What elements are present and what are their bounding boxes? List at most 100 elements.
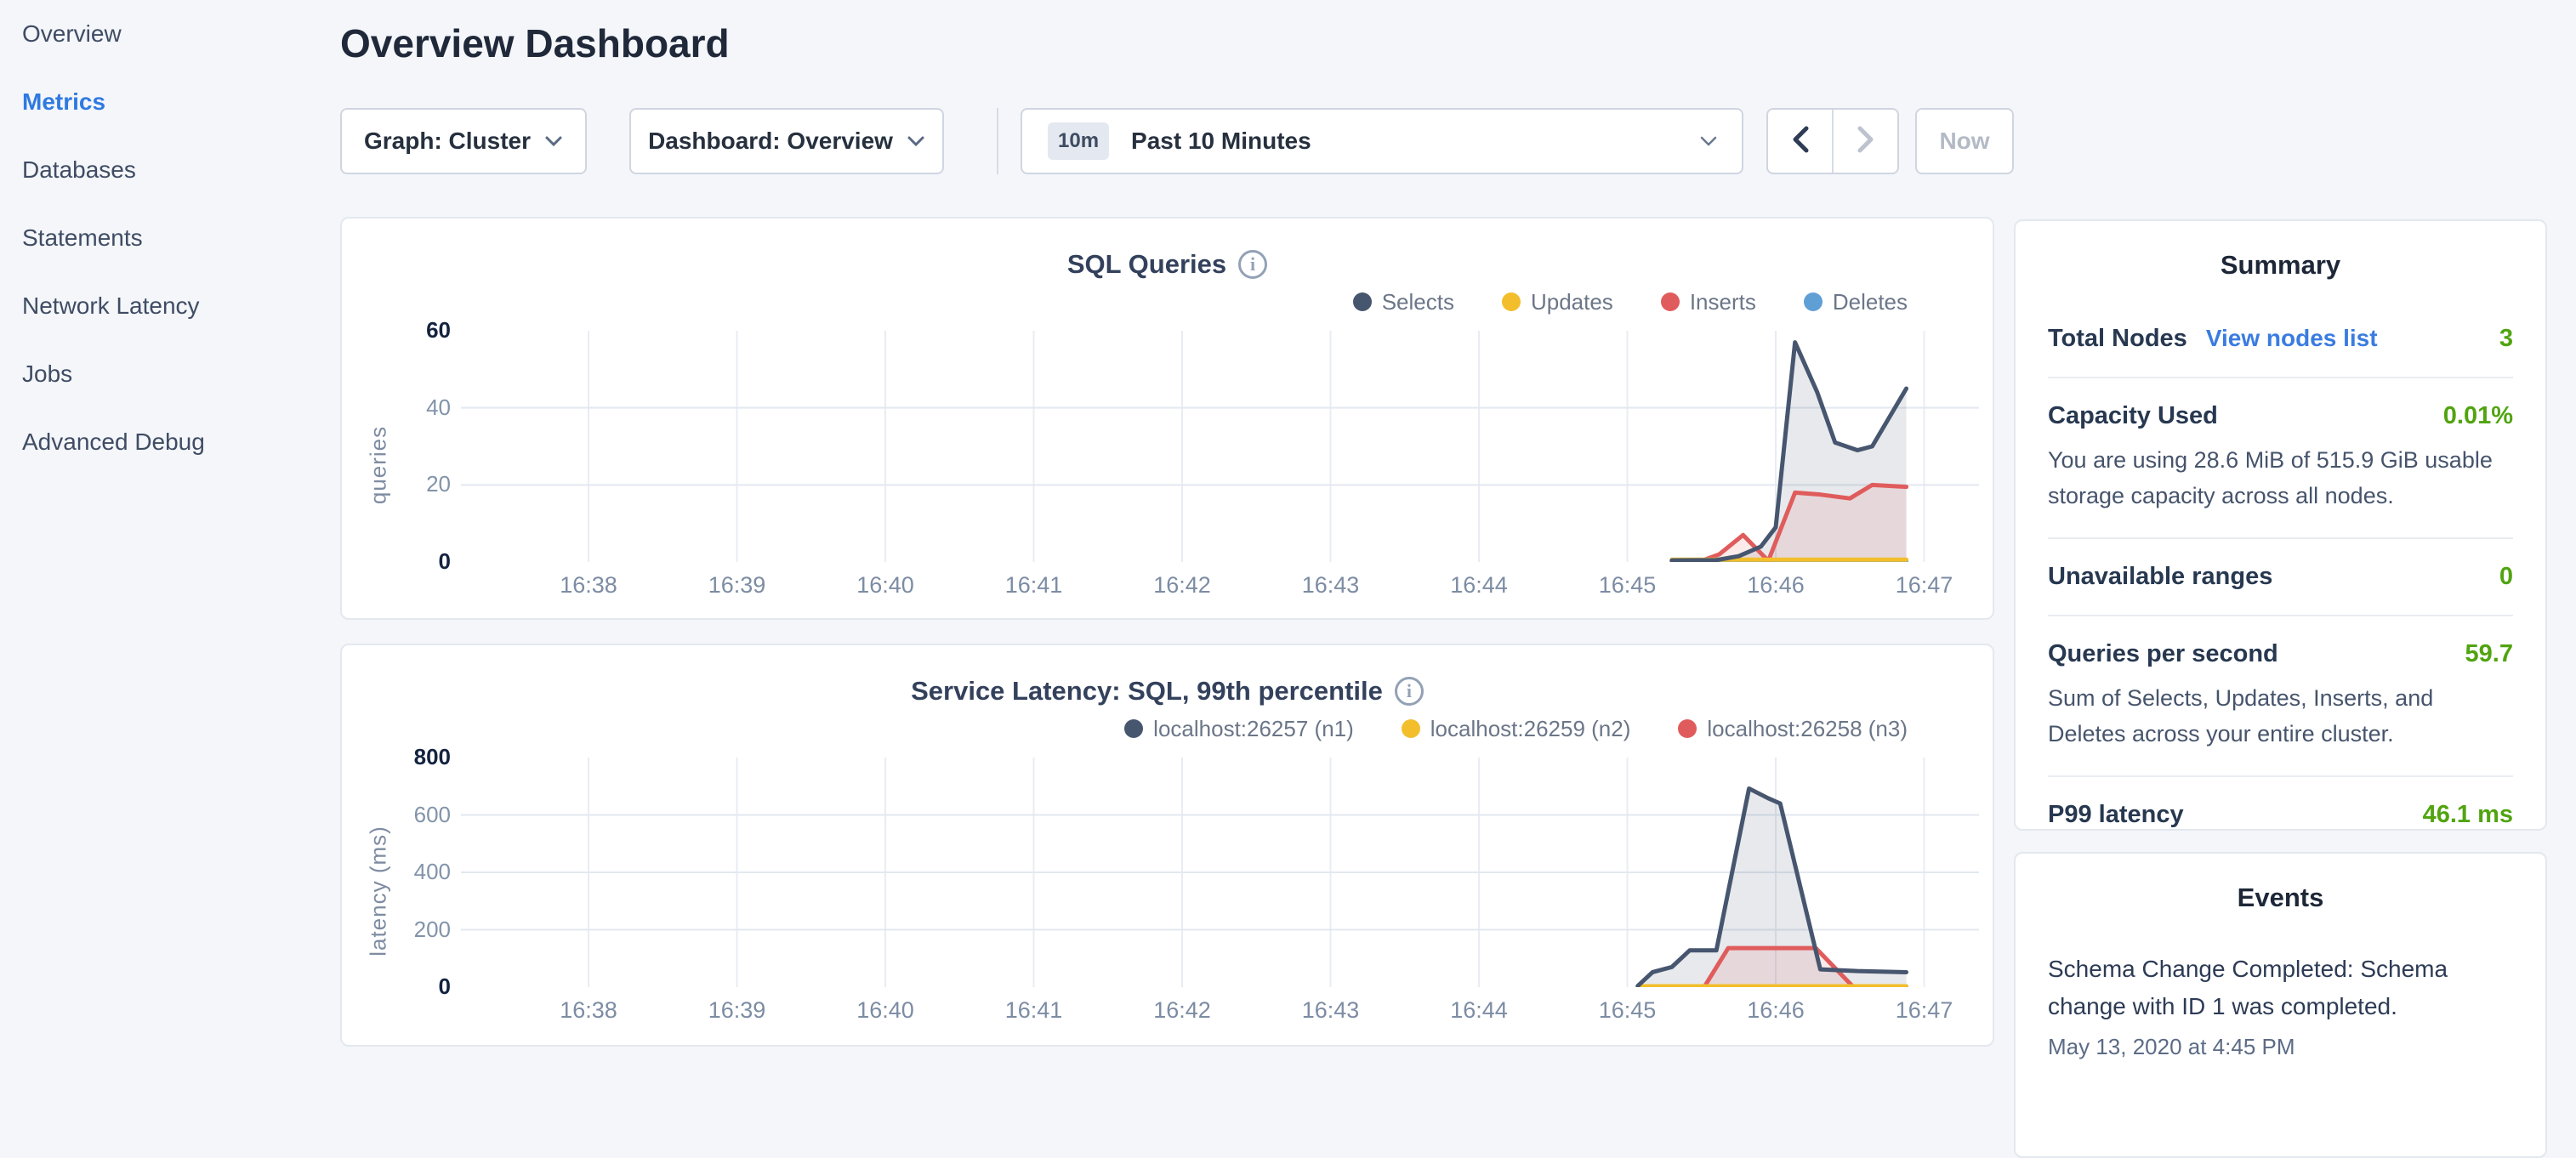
x-tick-label: 16:38 <box>560 572 617 599</box>
x-tick-label: 16:41 <box>1005 997 1063 1024</box>
qps-label: Queries per second <box>2048 640 2278 668</box>
legend-label: localhost:26257 (n1) <box>1153 716 1354 742</box>
time-prev-button[interactable] <box>1768 110 1832 173</box>
sql-queries-panel: SQL Queries i SelectsUpdatesInsertsDelet… <box>340 217 1994 620</box>
x-tick-label: 16:42 <box>1153 997 1211 1024</box>
sidebar: Overview Metrics Databases Statements Ne… <box>0 0 340 1051</box>
legend-item: Updates <box>1502 289 1613 315</box>
time-next-button[interactable] <box>1832 110 1897 173</box>
y-tick-label: 400 <box>414 859 451 885</box>
x-axis-ticks: 16:3816:3916:4016:4116:4216:4316:4416:45… <box>461 562 1979 599</box>
sidebar-item-metrics[interactable]: Metrics <box>0 68 340 136</box>
p99-latency-label: P99 latency <box>2048 801 2184 829</box>
divider <box>2048 775 2513 777</box>
x-tick-label: 16:40 <box>856 572 914 599</box>
controls-divider <box>997 108 998 174</box>
y-tick-label: 0 <box>439 548 451 575</box>
dashboard-dropdown-label: Dashboard: Overview <box>648 128 893 155</box>
chevron-down-icon <box>544 135 563 147</box>
y-tick-label: 60 <box>426 317 451 343</box>
legend-dot-icon <box>1353 292 1372 311</box>
y-tick-label: 0 <box>439 974 451 1000</box>
view-nodes-list-link[interactable]: View nodes list <box>2206 325 2378 352</box>
y-tick-label: 200 <box>414 917 451 943</box>
x-tick-label: 16:46 <box>1747 997 1805 1024</box>
chevron-down-icon <box>907 135 925 147</box>
x-tick-label: 16:41 <box>1005 572 1063 599</box>
y-tick-label: 20 <box>426 471 451 497</box>
y-axis-ticks: 0204060 <box>398 331 461 599</box>
graph-dropdown-label: Graph: Cluster <box>364 128 531 155</box>
p99-latency-value: 46.1 ms <box>2423 801 2513 829</box>
unavailable-ranges-label: Unavailable ranges <box>2048 563 2272 591</box>
time-nav-group <box>1766 108 1899 174</box>
x-tick-label: 16:46 <box>1747 572 1805 599</box>
events-panel: Events Schema Change Completed: Schema c… <box>2014 852 2547 1158</box>
x-tick-label: 16:45 <box>1599 572 1657 599</box>
total-nodes-label: Total Nodes <box>2048 325 2187 353</box>
chart-legend: SelectsUpdatesInsertsDeletes <box>342 288 1993 315</box>
y-tick-label: 40 <box>426 395 451 421</box>
sidebar-item-statements[interactable]: Statements <box>0 204 340 272</box>
capacity-used-description: You are using 28.6 MiB of 515.9 GiB usab… <box>2048 442 2513 514</box>
x-tick-label: 16:44 <box>1450 997 1508 1024</box>
legend-dot-icon <box>1502 292 1521 311</box>
y-axis-title: latency (ms) <box>359 758 398 1025</box>
graph-dropdown[interactable]: Graph: Cluster <box>340 108 587 174</box>
sidebar-item-overview[interactable]: Overview <box>0 0 340 68</box>
legend-label: localhost:26258 (n3) <box>1707 716 1908 742</box>
y-axis-ticks: 0200400600800 <box>398 758 461 1025</box>
sidebar-item-jobs[interactable]: Jobs <box>0 340 340 408</box>
legend-dot-icon <box>1124 719 1143 738</box>
legend-dot-icon <box>1661 292 1680 311</box>
x-tick-label: 16:39 <box>708 572 766 599</box>
x-tick-label: 16:40 <box>856 997 914 1024</box>
time-range-dropdown[interactable]: 10m Past 10 Minutes <box>1021 108 1743 174</box>
x-tick-label: 16:47 <box>1896 572 1953 599</box>
summary-title: Summary <box>2048 250 2513 281</box>
x-tick-label: 16:39 <box>708 997 766 1024</box>
service-latency-chart[interactable] <box>461 758 1979 987</box>
info-icon[interactable]: i <box>1238 250 1267 279</box>
legend-item: localhost:26257 (n1) <box>1124 716 1354 742</box>
main-content: Overview Dashboard Graph: Cluster Dashbo… <box>340 0 1994 1051</box>
info-icon[interactable]: i <box>1395 677 1424 706</box>
y-tick-label: 800 <box>414 744 451 770</box>
capacity-used-label: Capacity Used <box>2048 402 2218 430</box>
legend-item: Deletes <box>1804 289 1908 315</box>
x-tick-label: 16:43 <box>1302 572 1360 599</box>
summary-row-total-nodes: Total Nodes View nodes list 3 <box>2048 325 2513 353</box>
x-tick-label: 16:43 <box>1302 997 1360 1024</box>
legend-item: localhost:26258 (n3) <box>1678 716 1908 742</box>
y-axis-title: queries <box>359 331 398 599</box>
time-range-label: Past 10 Minutes <box>1131 128 1311 155</box>
event-message[interactable]: Schema Change Completed: Schema change w… <box>2048 951 2513 1025</box>
time-range-badge: 10m <box>1048 122 1109 160</box>
x-axis-ticks: 16:38 16:39 16:40 16:41 16:42 16:43 16:44 16:45… <box>461 987 1979 1025</box>
qps-description: Sum of Selects, Updates, Inserts, and De… <box>2048 680 2513 752</box>
sidebar-item-advanced-debug[interactable]: Advanced Debug <box>0 408 340 476</box>
x-tick-label: 16:38 <box>560 997 617 1024</box>
chart-legend: localhost:26257 (n1) localhost:26259 (n2)… <box>342 715 1993 742</box>
summary-row-capacity: Capacity Used 0.01% <box>2048 402 2513 430</box>
x-tick-label: 16:42 <box>1153 572 1211 599</box>
legend-item: Inserts <box>1661 289 1756 315</box>
summary-row-p99: P99 latency 46.1 ms <box>2048 801 2513 829</box>
sql-queries-chart[interactable] <box>461 331 1979 562</box>
sidebar-item-databases[interactable]: Databases <box>0 136 340 204</box>
now-button[interactable]: Now <box>1915 108 2014 174</box>
chart-title: Service Latency: SQL, 99th percentile <box>911 676 1383 707</box>
x-tick-label: 16:45 <box>1599 997 1657 1024</box>
divider <box>2048 615 2513 616</box>
y-tick-label: 600 <box>414 802 451 828</box>
controls-bar: Graph: Cluster Dashboard: Overview 10m P… <box>340 108 1994 174</box>
divider <box>2048 377 2513 378</box>
legend-label: Updates <box>1531 289 1613 315</box>
legend-item: localhost:26259 (n2) <box>1402 716 1631 742</box>
summary-row-unavailable-ranges: Unavailable ranges 0 <box>2048 563 2513 591</box>
events-title: Events <box>2048 883 2513 913</box>
chevron-left-icon <box>1789 124 1811 159</box>
dashboard-dropdown[interactable]: Dashboard: Overview <box>629 108 944 174</box>
sidebar-item-network-latency[interactable]: Network Latency <box>0 272 340 340</box>
legend-label: Deletes <box>1833 289 1908 315</box>
